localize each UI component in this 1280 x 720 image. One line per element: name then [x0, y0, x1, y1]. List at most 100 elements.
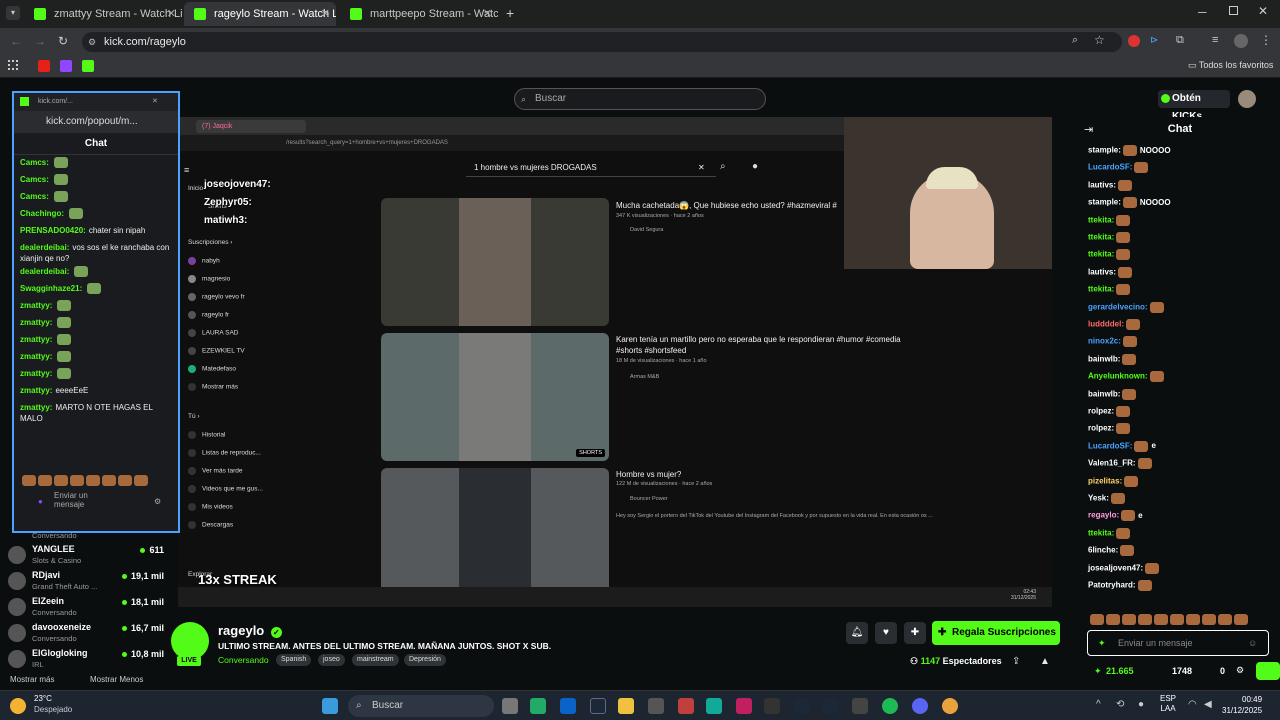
- close-window-icon[interactable]: ✕: [152, 93, 158, 111]
- site-info-icon[interactable]: ⚙: [88, 32, 96, 52]
- file-explorer-icon[interactable]: [618, 698, 634, 714]
- tag[interactable]: Depresión: [404, 654, 446, 666]
- steam-icon[interactable]: [822, 698, 838, 714]
- kick-bookmark-icon[interactable]: [82, 60, 94, 72]
- chat-username[interactable]: Patotryhard:: [1088, 581, 1136, 590]
- chat-username[interactable]: Camcs:: [20, 158, 49, 167]
- chat-username[interactable]: Camcs:: [20, 192, 49, 201]
- store-icon[interactable]: [648, 698, 664, 714]
- chat-username[interactable]: pizelitas:: [1088, 476, 1122, 485]
- profile-icon[interactable]: [1234, 34, 1248, 48]
- video-player[interactable]: (7) Jaqcik /results?search_query=1+hombr…: [178, 117, 1052, 607]
- task-view-icon[interactable]: [502, 698, 518, 714]
- report-icon[interactable]: ▲: [1040, 656, 1050, 667]
- puzzle-icon[interactable]: ⧉: [1176, 34, 1184, 47]
- chat-username[interactable]: zmattyy:: [20, 335, 52, 344]
- close-tab-icon[interactable]: ✕: [483, 2, 492, 26]
- tag[interactable]: joseo: [318, 654, 345, 666]
- chat-username[interactable]: stample:: [1088, 146, 1121, 155]
- mic-icon[interactable]: ●: [1138, 699, 1144, 710]
- app-icon[interactable]: [736, 698, 752, 714]
- chat-username[interactable]: Valen16_FR:: [1088, 459, 1136, 468]
- app-icon[interactable]: [530, 698, 546, 714]
- chat-username[interactable]: zmattyy:: [20, 318, 52, 327]
- chat-username[interactable]: 6linche:: [1088, 546, 1118, 555]
- volume-icon[interactable]: ◀: [1204, 699, 1212, 710]
- chat-username[interactable]: stample:: [1088, 198, 1121, 207]
- tab-marttpeepo[interactable]: marttpeepo Stream - Watch Li ✕: [340, 2, 498, 26]
- chat-username[interactable]: LucardoSF:: [1088, 441, 1132, 450]
- chat-username[interactable]: ttekita:: [1088, 215, 1114, 224]
- extension-icon[interactable]: [1128, 35, 1140, 47]
- get-kicks-button[interactable]: Obtén KICKs: [1158, 90, 1230, 122]
- twitch-bookmark-icon[interactable]: [60, 60, 72, 72]
- gift-icon[interactable]: ✚: [904, 622, 926, 644]
- chat-username[interactable]: zmattyy:: [20, 352, 52, 361]
- chat-username[interactable]: rolpez:: [1088, 424, 1114, 433]
- kick-search-input[interactable]: ⌕ Buscar: [514, 88, 766, 110]
- menu-dots-icon[interactable]: ⋮: [1260, 33, 1272, 47]
- chat-username[interactable]: lautivs:: [1088, 267, 1116, 276]
- steam-icon[interactable]: [794, 698, 810, 714]
- streamer-avatar[interactable]: [171, 622, 209, 660]
- outlook-icon[interactable]: [560, 698, 576, 714]
- close-tab-icon[interactable]: ✕: [167, 2, 176, 26]
- followed-channel[interactable]: RDjavi Grand Theft Auto ... 19,1 mil: [8, 568, 172, 594]
- chat-username[interactable]: gerardelvecino:: [1088, 302, 1148, 311]
- chat-username[interactable]: zmattyy:: [20, 301, 52, 310]
- chat-username[interactable]: Camcs:: [20, 175, 49, 184]
- tab-search-button[interactable]: ▾: [6, 6, 20, 20]
- chat-username[interactable]: Chachingo:: [20, 209, 64, 218]
- chat-username[interactable]: bainwlb:: [1088, 354, 1120, 363]
- forward-icon[interactable]: →: [34, 34, 46, 48]
- chat-username[interactable]: Swagginhaze21:: [20, 284, 82, 293]
- chat-username[interactable]: zmattyy:: [20, 403, 52, 412]
- gift-subs-button[interactable]: ✚ Regala Suscripciones: [932, 621, 1060, 645]
- emote-picker-icon[interactable]: ☺: [1248, 631, 1257, 655]
- chat-username[interactable]: rolpez:: [1088, 407, 1114, 416]
- taskbar-search[interactable]: ⌕ Buscar: [348, 695, 494, 717]
- chat-username[interactable]: dealerdeibai:: [20, 267, 69, 276]
- close-tab-icon[interactable]: ✕: [321, 2, 330, 26]
- tag[interactable]: mainstream: [352, 654, 399, 666]
- chat-username[interactable]: ttekita:: [1088, 528, 1114, 537]
- chat-send-button[interactable]: [1256, 662, 1280, 680]
- stream-category[interactable]: Conversando: [218, 655, 269, 665]
- network-icon[interactable]: ⟲: [1116, 699, 1124, 710]
- tab-zmattyy[interactable]: zmattyy Stream - Watch Live on ✕: [24, 2, 182, 26]
- popup-chat-window[interactable]: kick.com/... ✕ kick.com/popout/m... Chat…: [12, 91, 180, 533]
- discord-icon[interactable]: [912, 698, 928, 714]
- chat-username[interactable]: zmattyy:: [20, 369, 52, 378]
- zoom-icon[interactable]: ⌕: [1072, 34, 1078, 47]
- chat-input[interactable]: ✦ Enviar un mensaje ☺: [1087, 630, 1269, 656]
- apps-grid-icon[interactable]: [8, 60, 18, 70]
- edge-icon[interactable]: [706, 698, 722, 714]
- minimize-icon[interactable]: ─: [1198, 5, 1207, 19]
- taskbar-clock[interactable]: 00:49 31/12/2025: [1222, 694, 1262, 716]
- back-icon[interactable]: ←: [10, 34, 22, 48]
- follow-heart-icon[interactable]: ♥: [875, 622, 897, 644]
- new-tab-icon[interactable]: +: [506, 5, 514, 21]
- maximize-icon[interactable]: [1229, 6, 1238, 15]
- wifi-icon[interactable]: ◠: [1188, 699, 1197, 710]
- downloads-icon[interactable]: ≡: [1212, 34, 1218, 46]
- tab-rageylo[interactable]: rageylo Stream - Watch Live ✕: [184, 2, 336, 26]
- spotify-icon[interactable]: [882, 698, 898, 714]
- app-icon[interactable]: [764, 698, 780, 714]
- settings-icon[interactable]: ⚙: [1236, 665, 1244, 676]
- reload-icon[interactable]: ↻: [58, 34, 68, 48]
- tray-chevron-icon[interactable]: ^: [1096, 699, 1101, 710]
- chat-username[interactable]: zmattyy:: [20, 386, 52, 395]
- language-indicator[interactable]: ESP LAA: [1160, 694, 1176, 714]
- all-bookmarks-folder[interactable]: ▭ Todos los favoritos: [1188, 60, 1273, 71]
- notifications-bell-icon[interactable]: 🔔︎: [846, 622, 868, 644]
- chat-username[interactable]: regaylo:: [1088, 511, 1119, 520]
- user-avatar[interactable]: [1238, 90, 1256, 108]
- chat-username[interactable]: ttekita:: [1088, 250, 1114, 259]
- chat-username[interactable]: Anyelunknown:: [1088, 372, 1148, 381]
- chrome-icon[interactable]: [942, 698, 958, 714]
- windows-start-icon[interactable]: [322, 698, 338, 714]
- close-window-icon[interactable]: ✕: [1258, 4, 1268, 18]
- url-field[interactable]: ⚙ kick.com/rageylo: [82, 32, 1122, 52]
- extension-icon[interactable]: ⊳: [1150, 35, 1162, 47]
